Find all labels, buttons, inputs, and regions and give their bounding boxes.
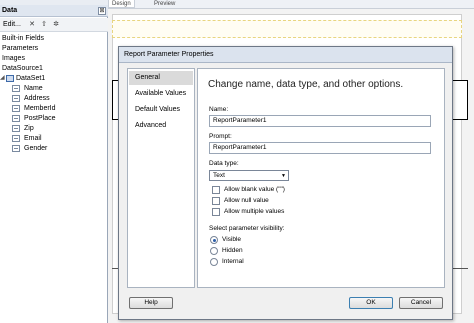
- chevron-down-icon: ▼: [281, 173, 286, 179]
- allow-blank-checkbox[interactable]: [212, 186, 220, 194]
- data-type-label: Data type:: [209, 160, 239, 167]
- internal-label: Internal: [222, 258, 244, 265]
- internal-radio[interactable]: [210, 258, 218, 266]
- prompt-field[interactable]: ReportParameter1: [209, 142, 431, 154]
- hidden-label: Hidden: [222, 247, 243, 254]
- field-icon: [12, 115, 20, 122]
- panel-toolbar: Edit... ✕ ⇧ ✲: [0, 18, 108, 32]
- tree-item-dataset1[interactable]: DataSet1: [16, 74, 45, 83]
- move-up-icon[interactable]: ⇧: [40, 21, 48, 29]
- name-label: Name:: [209, 106, 229, 113]
- tree-item-field-address[interactable]: Address: [24, 94, 50, 103]
- report-data-panel: Data ⊠ Edit... ✕ ⇧ ✲ Built-in Fields Par…: [0, 0, 108, 323]
- collapse-icon[interactable]: ◢: [0, 75, 5, 81]
- refresh-icon[interactable]: ✲: [52, 21, 60, 29]
- cancel-button[interactable]: Cancel: [399, 297, 443, 309]
- dialog-title: Report Parameter Properties: [124, 51, 214, 58]
- nav-item-general[interactable]: General: [129, 71, 193, 85]
- data-type-select[interactable]: Text ▼: [209, 170, 289, 181]
- database-icon: [6, 75, 14, 82]
- visible-label: Visible: [222, 236, 242, 243]
- tree-item-parameters[interactable]: Parameters: [2, 44, 38, 53]
- help-button[interactable]: Help: [129, 297, 173, 309]
- panel-title: Data: [2, 7, 18, 14]
- page-heading: Change name, data type, and other option…: [208, 79, 404, 90]
- delete-icon[interactable]: ✕: [28, 21, 36, 29]
- allow-null-label: Allow null value: [224, 197, 269, 204]
- ok-button[interactable]: OK: [349, 297, 393, 309]
- tab-design[interactable]: Design: [108, 0, 135, 8]
- field-icon: [12, 95, 20, 102]
- panel-titlebar: Data ⊠: [0, 5, 108, 17]
- nav-item-available-values[interactable]: Available Values: [129, 87, 193, 101]
- designer-tab-strip: Design Preview: [108, 0, 474, 9]
- tree-item-images[interactable]: Images: [2, 54, 25, 63]
- hidden-radio[interactable]: [210, 247, 218, 255]
- close-icon[interactable]: ⊠: [98, 7, 106, 15]
- allow-multiple-label: Allow multiple values: [224, 208, 285, 215]
- visibility-label: Select parameter visibility:: [209, 225, 285, 232]
- tree-item-datasource1[interactable]: DataSource1: [2, 64, 43, 73]
- prompt-label: Prompt:: [209, 133, 232, 140]
- allow-null-checkbox[interactable]: [212, 197, 220, 205]
- visible-radio[interactable]: [210, 236, 218, 244]
- tree-item-field-email[interactable]: Email: [24, 134, 42, 143]
- field-icon: [12, 85, 20, 92]
- allow-multiple-checkbox[interactable]: [212, 208, 220, 216]
- tree-item-field-zip[interactable]: Zip: [24, 124, 34, 133]
- field-icon: [12, 145, 20, 152]
- report-parameter-properties-dialog: Report Parameter Properties General Avai…: [118, 46, 453, 320]
- tree-item-field-name[interactable]: Name: [24, 84, 43, 93]
- nav-item-default-values[interactable]: Default Values: [129, 103, 193, 117]
- nav-item-advanced[interactable]: Advanced: [129, 119, 193, 133]
- report-header-band[interactable]: [112, 20, 462, 38]
- dialog-titlebar[interactable]: Report Parameter Properties: [119, 47, 452, 63]
- allow-blank-label: Allow blank value (""): [224, 186, 285, 193]
- tree-item-built-in-fields[interactable]: Built-in Fields: [2, 34, 44, 43]
- tree-item-field-gender[interactable]: Gender: [24, 144, 47, 153]
- edit-button[interactable]: Edit...: [3, 21, 21, 28]
- field-icon: [12, 125, 20, 132]
- general-page: Change name, data type, and other option…: [197, 68, 445, 288]
- tree-item-field-postplace[interactable]: PostPlace: [24, 114, 56, 123]
- field-icon: [12, 105, 20, 112]
- dialog-nav: General Available Values Default Values …: [127, 68, 195, 288]
- data-type-value: Text: [213, 172, 225, 179]
- field-icon: [12, 135, 20, 142]
- name-field[interactable]: ReportParameter1: [209, 115, 431, 127]
- tab-preview[interactable]: Preview: [151, 0, 178, 8]
- tree-item-field-memberid[interactable]: MemberId: [24, 104, 56, 113]
